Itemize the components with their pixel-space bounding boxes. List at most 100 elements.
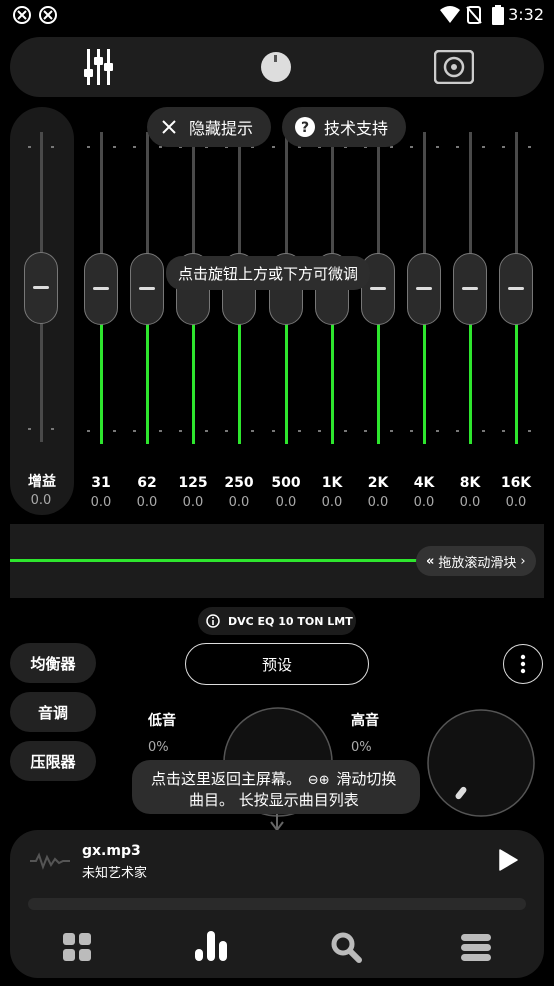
double-chevron-left-icon: « (426, 553, 435, 569)
band-value: 0.0 (459, 495, 481, 510)
gain-value: 0.0 (30, 493, 52, 508)
equalizer-bars-icon[interactable] (194, 929, 228, 963)
drag-scroll-handle[interactable]: « 拖放滚动滑块 › (416, 546, 536, 576)
close-icon (162, 120, 176, 134)
band-tick (179, 430, 182, 432)
knob-icon[interactable] (260, 51, 292, 83)
chevron-right-icon: › (520, 553, 526, 569)
preset-button[interactable]: 预设 (185, 643, 369, 685)
equalizer-button[interactable]: 均衡器 (10, 643, 96, 683)
band-value: 0.0 (367, 495, 389, 510)
band-level-fill-0 (100, 324, 103, 444)
band-slider-knob-7[interactable] (407, 253, 441, 325)
play-icon[interactable] (497, 849, 519, 871)
band-freq-label: 500 (271, 475, 301, 491)
band-slider-knob-0[interactable] (84, 253, 118, 325)
band-tick (410, 430, 413, 432)
hide-tips-button[interactable]: 隐藏提示 (147, 107, 271, 147)
band-value: 0.0 (136, 495, 158, 510)
band-freq-label: 31 (91, 475, 111, 491)
bass-label: 低音 (148, 713, 176, 729)
player-tip-line1: 点击这里返回主屏幕。 (151, 770, 302, 788)
band-tick (502, 146, 505, 148)
eq-curve-line (10, 559, 430, 562)
hide-tips-label: 隐藏提示 (189, 119, 254, 138)
band-tick (205, 430, 208, 432)
band-tick (272, 430, 275, 432)
more-options-button[interactable] (503, 644, 543, 684)
band-tick (133, 146, 136, 148)
band-tick (502, 430, 505, 432)
band-freq-label: 1K (321, 475, 343, 491)
treble-label: 高音 (351, 713, 379, 729)
preset-badge[interactable]: DVC EQ 10 TON LMT (198, 607, 356, 635)
swipe-arrows-icon: ⊖⊕ (307, 773, 330, 788)
tone-button[interactable]: 音调 (10, 692, 96, 732)
band-freq-label: 125 (178, 475, 208, 491)
band-level-fill-6 (377, 324, 380, 444)
player-tip: 点击这里返回主屏幕。 ⊖⊕ 滑动切换 曲目。 长按显示曲目列表 (132, 760, 420, 814)
band-level-fill-7 (423, 324, 426, 444)
treble-value: 0% (351, 740, 372, 755)
band-level-fill-1 (146, 324, 149, 444)
band-tick (159, 430, 162, 432)
band-freq-label: 62 (137, 475, 157, 491)
band-tick (456, 430, 459, 432)
more-vert-icon (520, 654, 526, 674)
band-value: 0.0 (413, 495, 435, 510)
band-tick (251, 430, 254, 432)
band-tick (318, 430, 321, 432)
band-tick (272, 146, 275, 148)
band-slider-knob-8[interactable] (453, 253, 487, 325)
band-tick (410, 146, 413, 148)
band-tick (364, 430, 367, 432)
player-tip-line2: 曲目。 长按显示曲目列表 (189, 791, 359, 809)
track-progress-bar[interactable] (28, 898, 526, 910)
treble-knob[interactable] (426, 708, 536, 818)
player-tip-line1b: 滑动切换 (336, 770, 397, 788)
wifi-icon (440, 6, 460, 23)
help-icon: ? (295, 117, 315, 137)
band-level-fill-4 (285, 324, 288, 444)
band-tick (482, 146, 485, 148)
band-tick (298, 430, 301, 432)
band-tick (113, 430, 116, 432)
band-tick (436, 430, 439, 432)
track-artist: 未知艺术家 (82, 866, 148, 881)
info-icon (206, 614, 220, 628)
equalizer-sliders-icon[interactable] (84, 49, 118, 85)
app-notification-icon (13, 6, 31, 24)
band-slider-knob-1[interactable] (130, 253, 164, 325)
app-notification-icon-2 (39, 6, 57, 24)
clock: 3:32 (508, 5, 544, 24)
tech-support-label: 技术支持 (324, 119, 389, 138)
tech-support-button[interactable]: ? 技术支持 (282, 107, 406, 147)
band-tick (456, 146, 459, 148)
limiter-button[interactable]: 压限器 (10, 741, 96, 781)
eq-curve-graph[interactable]: « 拖放滚动滑块 › (10, 524, 544, 598)
band-freq-label: 16K (500, 475, 532, 491)
menu-list-icon[interactable] (460, 933, 492, 961)
band-level-fill-5 (331, 324, 334, 444)
gain-slider-knob[interactable] (24, 252, 58, 324)
grid-apps-icon[interactable] (62, 932, 92, 962)
band-tick (113, 146, 116, 148)
mini-player[interactable]: gx.mp3 未知艺术家 (10, 830, 544, 978)
band-tick (482, 430, 485, 432)
band-value: 0.0 (182, 495, 204, 510)
band-tick (87, 430, 90, 432)
band-value: 0.0 (228, 495, 250, 510)
band-tick (344, 430, 347, 432)
band-slider-knob-9[interactable] (499, 253, 533, 325)
waveform-icon (30, 852, 70, 870)
band-freq-label: 4K (413, 475, 435, 491)
band-value: 0.0 (505, 495, 527, 510)
band-tick (528, 430, 531, 432)
band-value: 0.0 (321, 495, 343, 510)
drag-scroll-label: 拖放滚动滑块 (438, 555, 517, 571)
band-level-fill-9 (515, 324, 518, 444)
search-icon[interactable] (330, 931, 362, 963)
gain-label: 增益 (28, 474, 56, 490)
band-tick (436, 146, 439, 148)
speaker-icon[interactable] (434, 50, 474, 84)
